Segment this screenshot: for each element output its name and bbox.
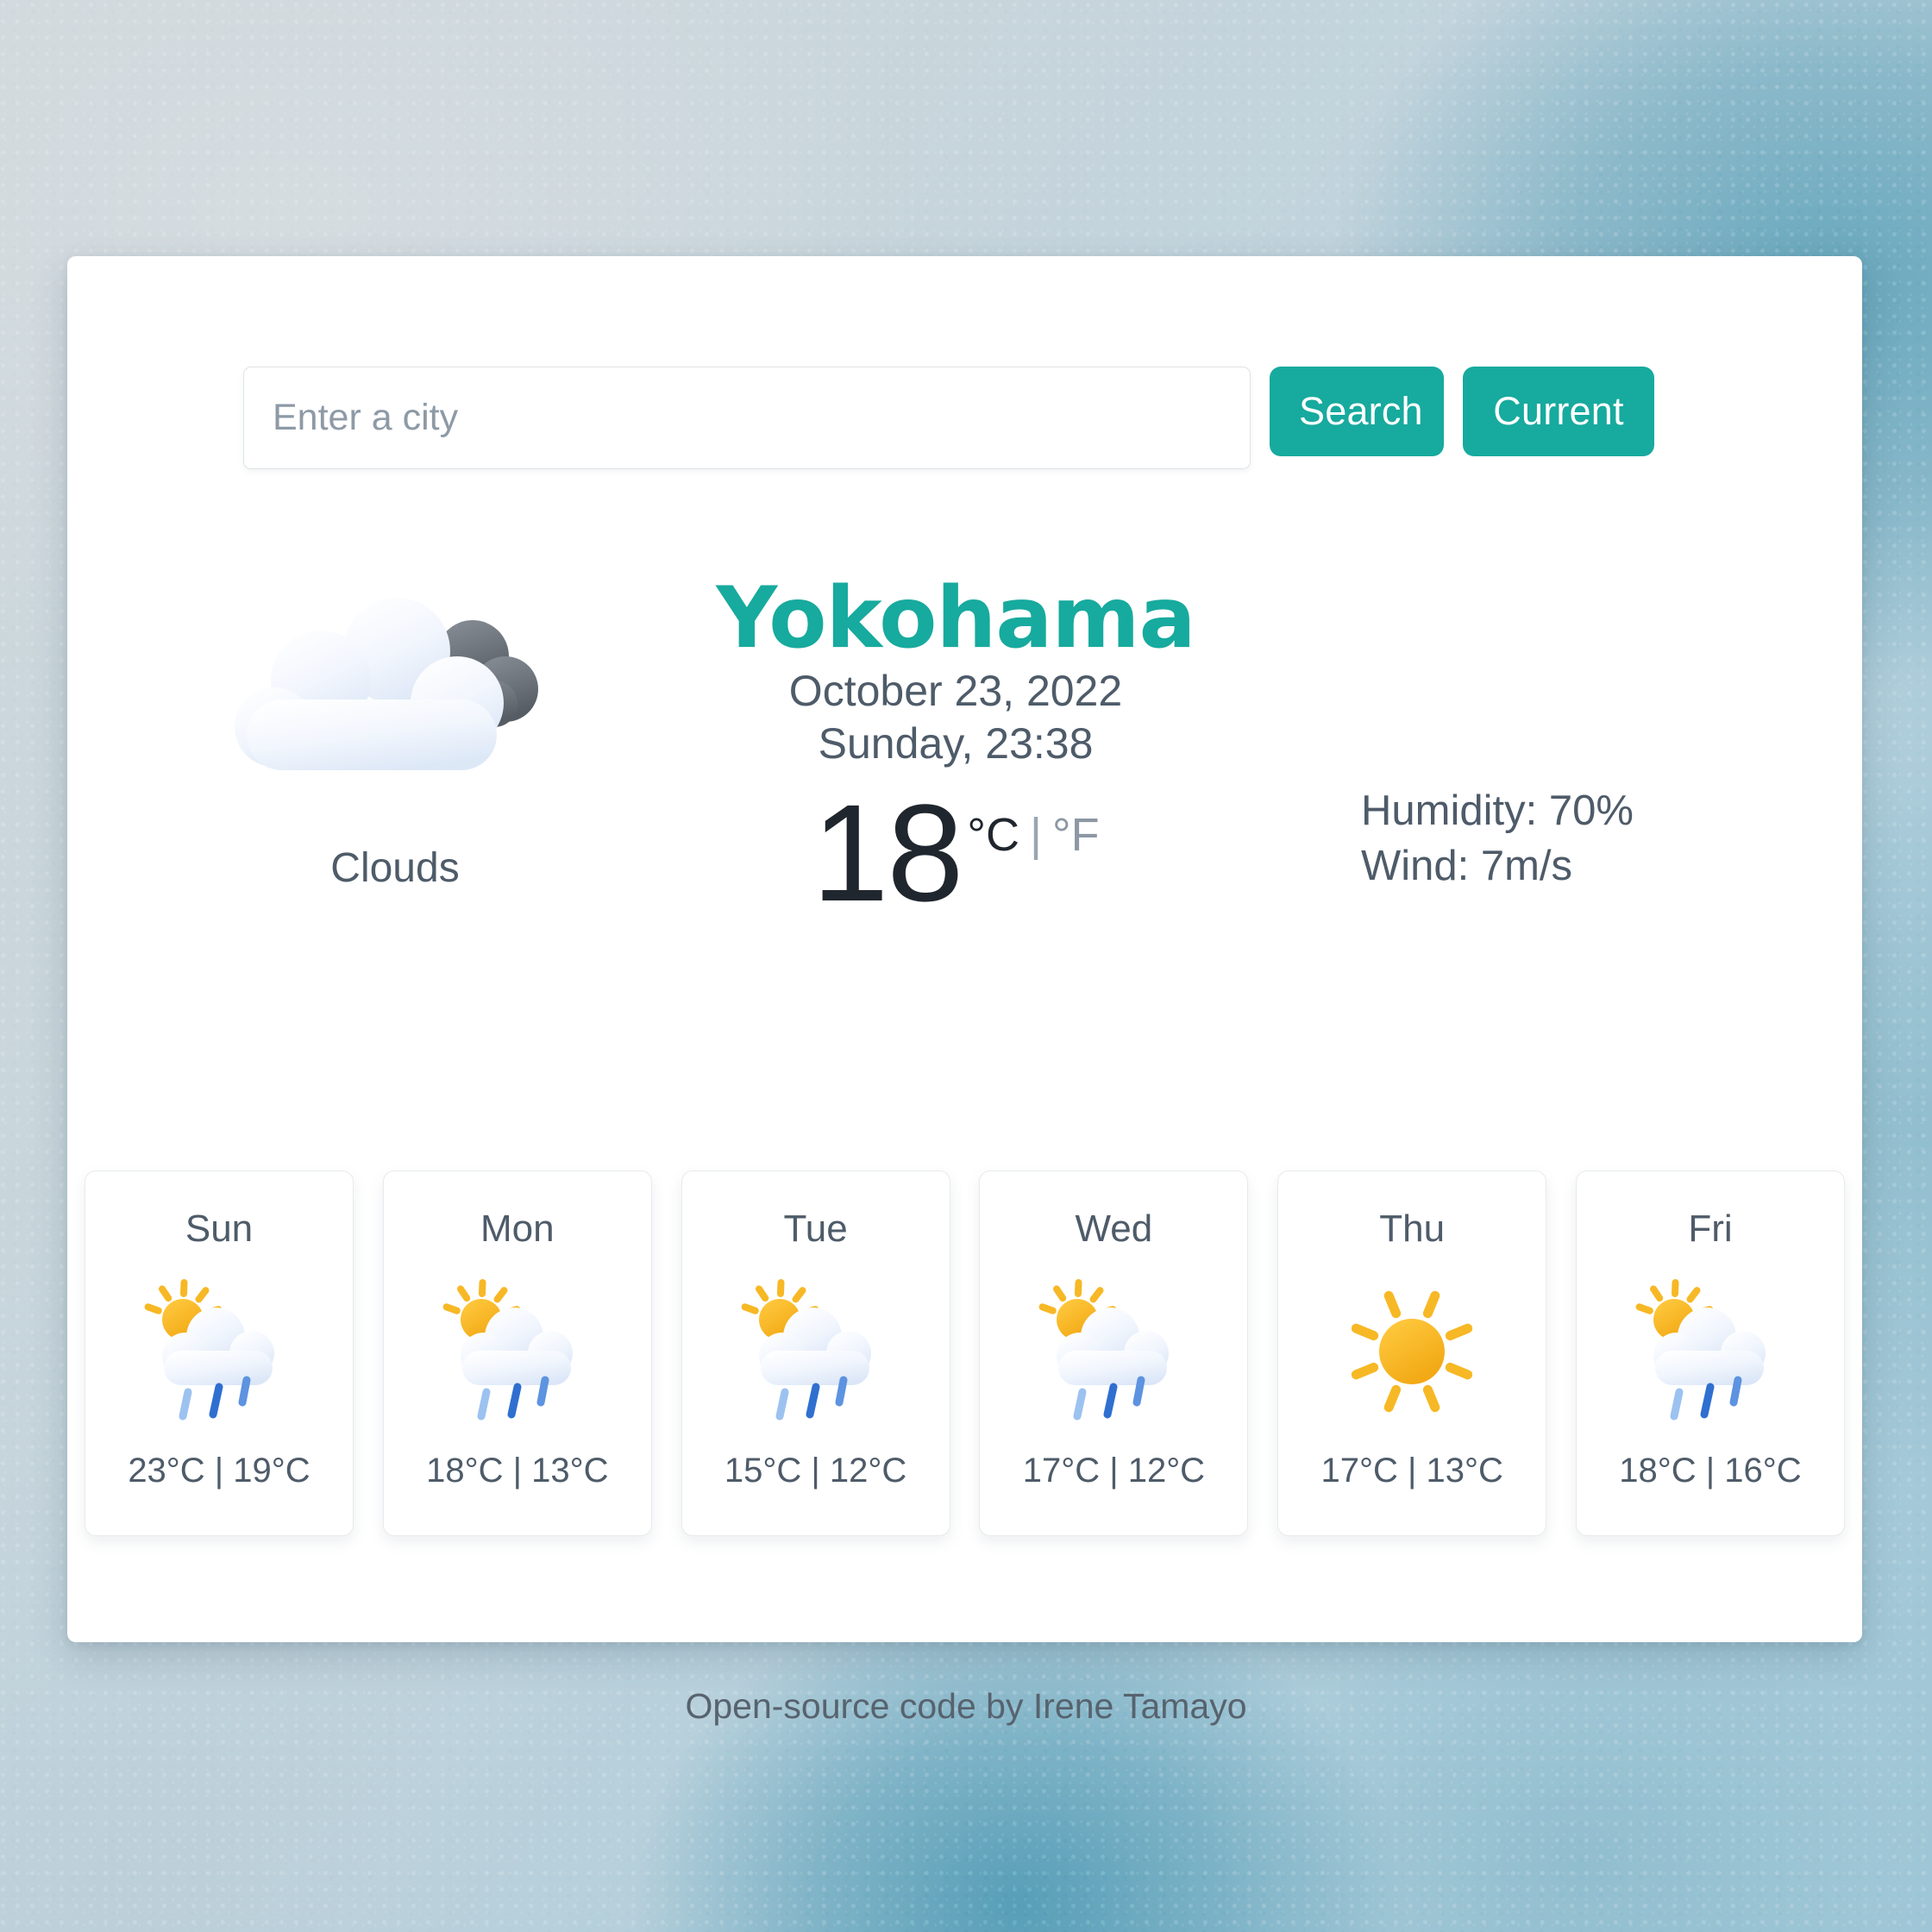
- forecast-temperatures: 18°C | 13°C: [426, 1452, 609, 1490]
- wind-value: Wind: 7m/s: [1361, 842, 1573, 889]
- search-bar: Search Current: [243, 367, 1654, 469]
- weather-app-card: Search Current: [67, 256, 1862, 1642]
- footer-credit: Open-source code by Irene Tamayo: [685, 1686, 1247, 1726]
- sun-behind-rain-cloud-icon: [1635, 1278, 1766, 1420]
- forecast-temperatures: 17°C | 12°C: [1022, 1452, 1206, 1490]
- sun-behind-rain-cloud-icon: [144, 1278, 274, 1420]
- sun-behind-rain-cloud-icon: [442, 1278, 573, 1420]
- forecast-card[interactable]: Thu 17°C | 13°C: [1277, 1170, 1547, 1536]
- search-input[interactable]: [243, 367, 1251, 469]
- forecast-card[interactable]: Tue 15°C | 12°C: [681, 1170, 950, 1536]
- city-name: Yokohama: [716, 569, 1195, 668]
- forecast-temperatures: 15°C | 12°C: [724, 1452, 907, 1490]
- forecast-icon-wrap: [133, 1251, 305, 1452]
- forecast-temperatures: 23°C | 19°C: [128, 1452, 310, 1490]
- unit-separator: |: [1029, 808, 1042, 861]
- forecast-icon-wrap: [730, 1251, 902, 1452]
- forecast-temperatures: 17°C | 13°C: [1320, 1452, 1503, 1490]
- forecast-day-label: Mon: [480, 1208, 555, 1250]
- current-day-and-time: Sunday, 23:38: [818, 718, 1094, 768]
- current-location-button[interactable]: Current: [1463, 367, 1654, 456]
- forecast-day-label: Wed: [1075, 1208, 1153, 1250]
- humidity-value: Humidity: 70%: [1361, 787, 1634, 834]
- current-weather-icon-column: Clouds: [154, 574, 637, 892]
- forecast-temperatures: 18°C | 16°C: [1619, 1452, 1802, 1490]
- celsius-unit-toggle[interactable]: °C: [967, 812, 1019, 858]
- sun-behind-rain-cloud-icon: [1038, 1278, 1170, 1420]
- forecast-card[interactable]: Sun 23°C | 19°C: [85, 1170, 354, 1536]
- current-weather-section: Clouds Yokohama October 23, 2022 Sunday,…: [67, 569, 1862, 1057]
- forecast-day-label: Fri: [1688, 1208, 1733, 1250]
- forecast-day-label: Sun: [185, 1208, 254, 1250]
- forecast-row: Sun 23°C | 19°C Mon 18°C | 13°C Tue 15°C…: [81, 1170, 1848, 1536]
- fahrenheit-unit-toggle[interactable]: °F: [1052, 812, 1100, 858]
- forecast-icon-wrap: [431, 1251, 604, 1452]
- current-weather-main-column: Yokohama October 23, 2022 Sunday, 23:38 …: [602, 569, 1309, 930]
- forecast-card[interactable]: Mon 18°C | 13°C: [382, 1170, 652, 1536]
- sun-behind-rain-cloud-icon: [741, 1278, 871, 1420]
- current-temperature-value: 18: [812, 775, 963, 930]
- temperature-row: 18 °C | °F: [602, 775, 1309, 930]
- clouds-icon: [235, 598, 538, 770]
- forecast-icon-wrap: [1027, 1251, 1200, 1452]
- current-weather-details-column: Humidity: 70% Wind: 7m/s: [1361, 784, 1810, 894]
- current-weather-description: Clouds: [330, 845, 460, 891]
- forecast-icon-wrap: [1326, 1251, 1498, 1452]
- forecast-day-label: Tue: [783, 1208, 848, 1250]
- forecast-card[interactable]: Fri 18°C | 16°C: [1575, 1170, 1845, 1536]
- forecast-card[interactable]: Wed 17°C | 12°C: [979, 1170, 1249, 1536]
- forecast-day-label: Thu: [1379, 1208, 1446, 1250]
- forecast-icon-wrap: [1624, 1251, 1797, 1452]
- sun-icon: [1351, 1290, 1473, 1412]
- search-button[interactable]: Search: [1270, 367, 1444, 456]
- current-date: October 23, 2022: [788, 666, 1123, 715]
